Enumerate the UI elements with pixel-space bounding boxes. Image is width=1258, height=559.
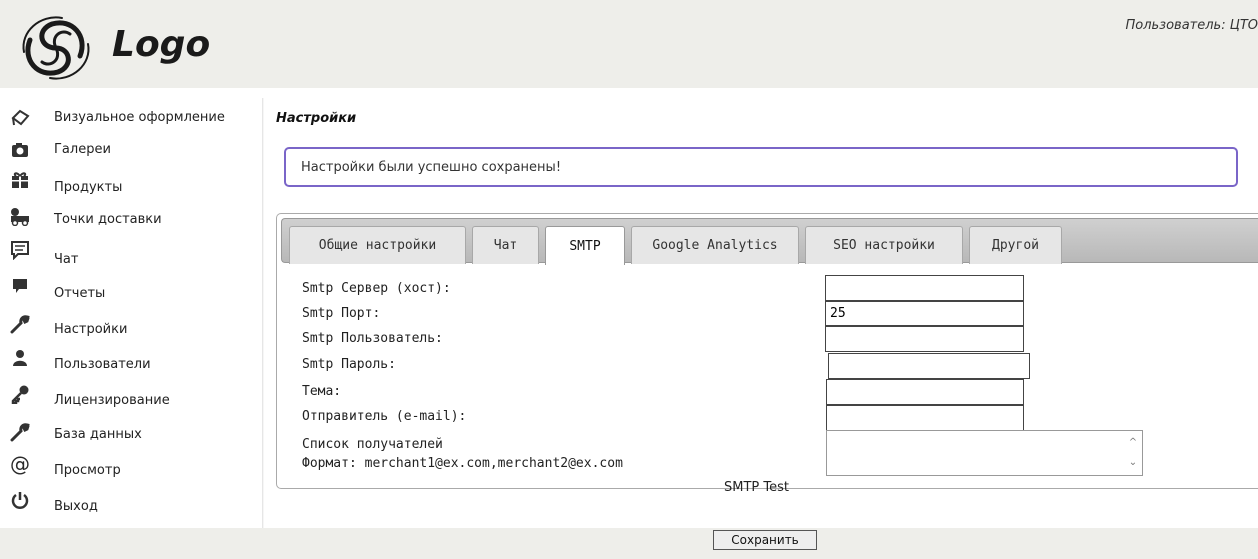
chevron-up-icon[interactable]: ^ [1126,433,1140,453]
smtp-password-input[interactable] [828,353,1030,379]
sidebar-item-label: База данных [54,427,142,442]
sidebar-item-label: Чат [54,252,79,267]
sidebar-item-label: Точки доставки [54,212,162,227]
sidebar: Визуальное оформление Галереи Продукты Т… [0,98,262,528]
recipients-label: Список получателей [302,437,443,452]
sidebar-item-logout[interactable]: Выход [0,490,262,524]
wrench-icon [8,420,32,444]
smtp-port-input[interactable] [825,301,1024,326]
smtp-port-label: Smtp Порт: [302,306,381,321]
subject-label: Тема: [302,384,342,399]
tab-smtp[interactable]: SMTP [545,226,625,265]
chat-icon [8,238,32,262]
sidebar-item-label: Лицензирование [54,393,170,408]
page-title: Настройки [276,111,357,126]
header: Logo Пользователь: ЦТО [0,0,1258,88]
sidebar-item-licensing[interactable]: Лицензирование [0,384,262,418]
wrench-icon [8,312,32,336]
logo-swirl-icon [22,16,90,80]
at-icon: @ [10,452,30,476]
sidebar-item-label: Визуальное оформление [54,110,225,125]
save-button[interactable]: Сохранить [713,530,817,550]
key-icon [8,382,32,406]
smtp-user-label: Smtp Пользователь: [302,331,443,346]
smtp-server-label: Smtp Сервер (хост): [302,281,451,296]
camera-icon [8,138,32,162]
sender-label: Отправитель (e-mail): [302,409,467,424]
textarea-scroll-arrows[interactable]: ^ ⌄ [1126,433,1140,473]
tab-seo-settings[interactable]: SEO настройки [805,226,963,264]
smtp-password-label: Smtp Пароль: [302,357,396,372]
logo-text[interactable]: Logo [112,24,210,65]
user-info: Пользователь: ЦТО [1125,18,1258,33]
delivery-truck-icon [8,204,32,228]
sidebar-item-label: Отчеты [54,286,106,301]
power-icon [8,488,32,512]
sidebar-item-products[interactable]: Продукты [0,172,262,208]
success-notice: Настройки были успешно сохранены! [284,147,1238,187]
sidebar-divider [262,98,264,528]
sidebar-item-visual[interactable]: Визуальное оформление [0,106,262,140]
sidebar-item-label: Настройки [54,322,128,337]
tab-google-analytics[interactable]: Google Analytics [631,226,799,264]
sidebar-item-users[interactable]: Пользователи [0,350,262,384]
smtp-test-link[interactable]: SMTP Test [724,480,789,495]
palette-icon [8,106,32,130]
sidebar-item-settings[interactable]: Настройки [0,314,262,348]
sender-input[interactable] [826,405,1024,431]
gift-icon [8,168,32,192]
comment-icon [8,274,32,298]
sidebar-item-delivery[interactable]: Точки доставки [0,208,262,244]
sidebar-item-galleries[interactable]: Галереи [0,140,262,174]
smtp-server-input[interactable] [825,275,1024,301]
smtp-user-input[interactable] [825,326,1024,352]
notice-text: Настройки были успешно сохранены! [301,160,562,175]
user-icon [8,346,32,370]
subject-input[interactable] [826,379,1024,405]
sidebar-item-label: Продукты [54,180,123,195]
sidebar-item-label: Выход [54,499,98,514]
recipients-format-hint: Формат: merchant1@ex.com,merchant2@ex.co… [302,456,623,471]
footer-bar [0,528,1258,559]
sidebar-item-chat[interactable]: Чат [0,241,262,278]
sidebar-item-label: Галереи [54,142,111,157]
sidebar-item-database[interactable]: База данных [0,420,262,454]
sidebar-item-reports[interactable]: Отчеты [0,279,262,314]
sidebar-item-label: Просмотр [54,463,121,478]
tab-general-settings[interactable]: Общие настройки [289,226,466,264]
chevron-down-icon[interactable]: ⌄ [1126,453,1140,473]
tab-chat[interactable]: Чат [472,226,539,264]
recipients-textarea[interactable]: ^ ⌄ [826,430,1143,476]
sidebar-item-label: Пользователи [54,357,151,372]
tab-other[interactable]: Другой [969,226,1062,264]
tab-strip: Общие настройки Чат SMTP Google Analytic… [281,218,1258,265]
sidebar-item-preview[interactable]: @ Просмотр [0,452,262,490]
